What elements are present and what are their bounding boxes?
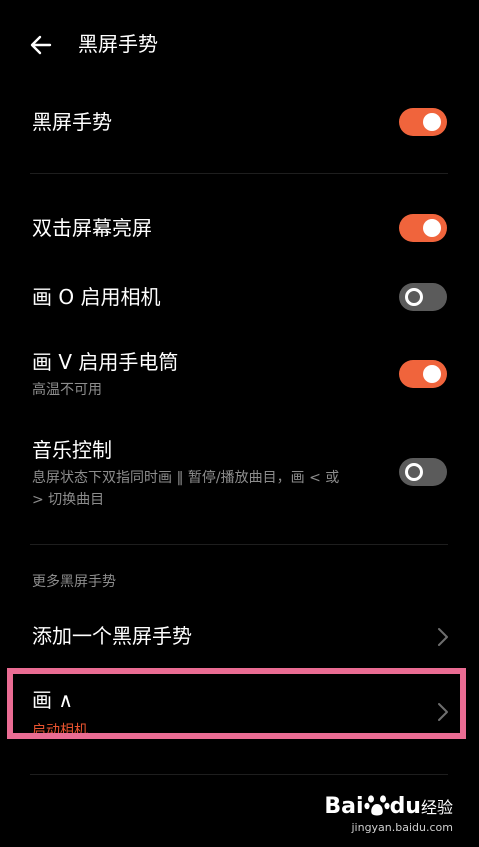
gesture-label: 双击屏幕亮屏	[32, 216, 152, 240]
paw-icon	[363, 795, 390, 816]
gesture-row-draw-v[interactable]: 画 V 启用手电筒 高温不可用	[0, 344, 479, 404]
main-gesture-row[interactable]: 黑屏手势	[0, 100, 479, 144]
back-arrow-icon[interactable]	[26, 30, 56, 60]
gesture-row-music-control[interactable]: 音乐控制 息屏状态下双指同时画 ‖ 暂停/播放曲目，画 < 或 > 切换曲目	[0, 432, 479, 514]
gesture-subtitle-line1: 息屏状态下双指同时画 ‖ 暂停/播放曲目，画 < 或	[32, 470, 340, 486]
main-gesture-label: 黑屏手势	[32, 110, 112, 134]
add-gesture-row[interactable]: 添加一个黑屏手势	[0, 614, 479, 658]
chevron-right-icon	[438, 628, 448, 646]
main-gesture-toggle[interactable]	[399, 108, 447, 136]
section-header: 更多黑屏手势	[32, 574, 116, 590]
baidu-watermark: Bai du经验 jingyan.baidu.com	[324, 793, 453, 835]
gesture-row-double-tap[interactable]: 双击屏幕亮屏	[0, 206, 479, 250]
app-bar: 黑屏手势	[0, 18, 479, 70]
watermark-url: jingyan.baidu.com	[351, 821, 453, 834]
draw-v-toggle[interactable]	[399, 360, 447, 388]
divider	[30, 544, 448, 545]
double-tap-toggle[interactable]	[399, 214, 447, 242]
watermark-suffix: 经验	[420, 798, 453, 817]
gesture-subtitle: 高温不可用	[32, 382, 102, 398]
toggle-knob	[405, 463, 423, 481]
highlight-annotation	[7, 668, 466, 739]
divider	[30, 173, 448, 174]
add-gesture-label: 添加一个黑屏手势	[32, 624, 192, 648]
gesture-subtitle-line2: > 切换曲目	[32, 492, 105, 508]
watermark-brand: Bai	[324, 794, 364, 819]
gesture-label: 音乐控制	[32, 438, 112, 462]
toggle-knob	[423, 219, 441, 237]
toggle-knob	[405, 288, 423, 306]
watermark-brand2: du	[389, 794, 421, 819]
draw-o-toggle[interactable]	[399, 283, 447, 311]
toggle-knob	[423, 365, 441, 383]
music-control-toggle[interactable]	[399, 458, 447, 486]
divider	[30, 774, 448, 775]
gesture-label: 画 V 启用手电筒	[32, 350, 179, 374]
gesture-row-draw-o[interactable]: 画 O 启用相机	[0, 275, 479, 319]
gesture-label: 画 O 启用相机	[32, 285, 161, 309]
toggle-knob	[423, 113, 441, 131]
screen: 黑屏手势 黑屏手势 双击屏幕亮屏 画 O 启用相机 画 V 启用手电筒 高温不可…	[0, 0, 479, 847]
page-title: 黑屏手势	[78, 32, 158, 56]
